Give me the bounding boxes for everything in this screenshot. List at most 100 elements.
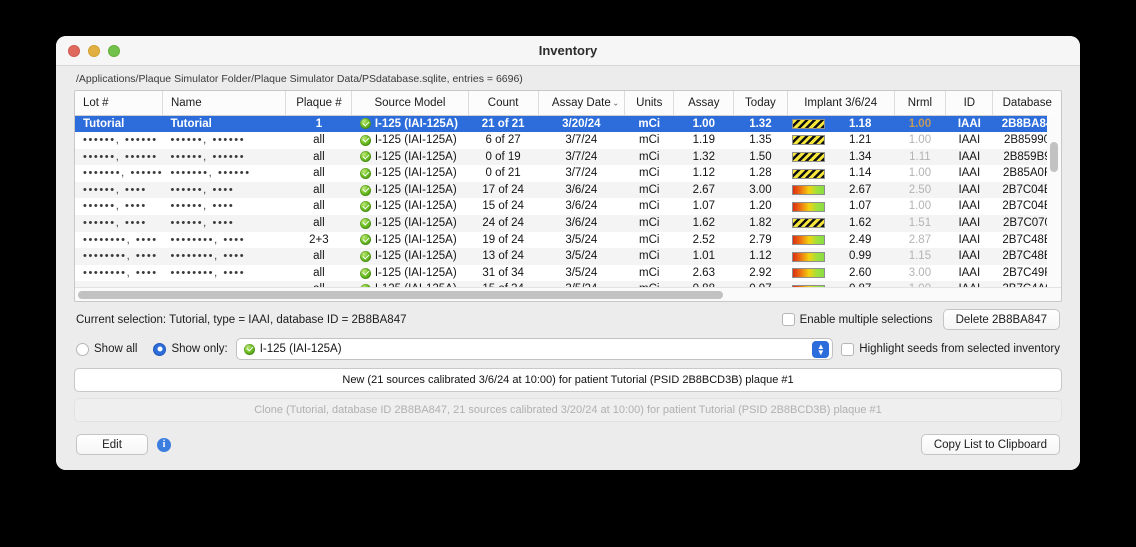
cell-id: IAAI bbox=[958, 134, 981, 147]
table-row[interactable]: ••••••••, •••• ••••••••, •••• all I-125 (IA… bbox=[75, 248, 1061, 265]
cell-plaque: all bbox=[313, 150, 325, 163]
window-titlebar: Inventory bbox=[56, 36, 1080, 66]
table-row[interactable]: Tutorial Tutorial 1 I-125 (IAI-125A) 21 of 2… bbox=[75, 115, 1061, 133]
table-row[interactable]: •••••••, •••••• •••••••, •••••• all I-125 (… bbox=[75, 165, 1061, 182]
col-header-today[interactable]: Today bbox=[733, 91, 788, 116]
col-header-plaque[interactable]: Plaque # bbox=[285, 91, 353, 116]
source-model-dropdown[interactable]: I-125 (IAI-125A) ▲ ▼ bbox=[235, 338, 834, 360]
cell-source-model-label: I-125 (IAI-125A) bbox=[374, 233, 457, 246]
table-row[interactable]: ••••••, •••••• ••••••, •••••• all I-125 (IA… bbox=[75, 132, 1061, 149]
col-header-assay[interactable]: Assay bbox=[673, 91, 735, 116]
cell-name: ••••••••, •••• bbox=[170, 250, 246, 263]
cell-source-model-label: I-125 (IAI-125A) bbox=[374, 200, 457, 213]
cell-today: 1.20 bbox=[749, 200, 772, 213]
seed-icon bbox=[359, 267, 371, 279]
gradient-swatch-icon bbox=[792, 251, 826, 262]
show-only-radio[interactable]: Show only: bbox=[153, 342, 228, 356]
cell-source-model: I-125 (IAI-125A) bbox=[352, 265, 468, 282]
cell-source-model: I-125 (IAI-125A) bbox=[352, 215, 468, 232]
checkbox-icon[interactable] bbox=[841, 342, 855, 356]
seed-icon bbox=[359, 234, 371, 246]
table-row[interactable]: ••••••, •••••• ••••••, •••••• all I-125 (IA… bbox=[75, 148, 1061, 166]
highlight-seeds-checkbox[interactable]: Highlight seeds from selected inventory bbox=[841, 342, 1060, 356]
cell-nrml: 3.00 bbox=[908, 266, 932, 279]
chevron-updown-icon[interactable]: ▲ ▼ bbox=[812, 341, 830, 358]
edit-button[interactable]: Edit bbox=[76, 434, 148, 455]
inventory-table-body: Tutorial Tutorial 1 I-125 (IAI-125A) 21 of 2… bbox=[75, 115, 1061, 302]
cell-assay-date: 3/5/24 bbox=[565, 250, 598, 263]
cell-lot: Tutorial bbox=[83, 117, 125, 130]
cell-today: 1.32 bbox=[749, 117, 772, 130]
cell-assay: 2.63 bbox=[692, 266, 715, 279]
copy-list-to-clipboard-button[interactable]: Copy List to Clipboard bbox=[920, 434, 1060, 455]
radio-icon-show-all[interactable] bbox=[76, 342, 89, 356]
cell-units: mCi bbox=[639, 233, 660, 246]
col-header-source-model[interactable]: Source Model bbox=[351, 91, 469, 116]
hazard-swatch-icon bbox=[792, 118, 826, 129]
cell-units: mCi bbox=[638, 117, 661, 130]
cell-plaque: all bbox=[313, 250, 325, 263]
enable-multiple-selections-checkbox[interactable]: Enable multiple selections bbox=[781, 313, 933, 326]
table-row[interactable]: ••••••, •••• ••••••, •••• all I-125 (IAI-12… bbox=[75, 215, 1061, 232]
radio-icon-show-only[interactable] bbox=[153, 342, 167, 356]
cell-name: ••••••, •••• bbox=[170, 183, 235, 196]
cell-units: mCi bbox=[639, 150, 660, 163]
gradient-swatch-icon bbox=[792, 301, 825, 302]
cell-id: IAAI bbox=[958, 250, 981, 263]
table-row[interactable]: ••••••, •••• ••••••, •••• all I-125 (IAI-12… bbox=[75, 181, 1061, 199]
window-body: /Applications/Plaque Simulator Folder/Pl… bbox=[56, 66, 1080, 470]
cell-count: 21 of 21 bbox=[481, 117, 525, 130]
database-path-label: /Applications/Plaque Simulator Folder/Pl… bbox=[76, 73, 523, 85]
col-header-lot[interactable]: Lot # bbox=[75, 91, 163, 116]
table-header-row[interactable]: Lot # Name Plaque # Source Model Count A… bbox=[75, 91, 1061, 116]
cell-count: 0 of 21 bbox=[485, 167, 521, 180]
cell-units: mCi bbox=[639, 250, 660, 263]
cell-implant: 2.49 bbox=[787, 232, 894, 249]
cell-plaque: 2+3 bbox=[309, 233, 329, 246]
col-header-nrml[interactable]: Nrml bbox=[894, 91, 947, 116]
col-header-implant[interactable]: Implant 3/6/24 bbox=[787, 91, 895, 116]
col-header-database[interactable]: Database bbox=[992, 91, 1061, 116]
enable-multiple-selections-label: Enable multiple selections bbox=[799, 313, 933, 326]
seed-icon bbox=[359, 184, 371, 196]
delete-button[interactable]: Delete 2B8BA847 bbox=[942, 309, 1060, 330]
cell-today: 2.92 bbox=[749, 266, 772, 279]
cell-source-model: I-125 (IAI-125A) bbox=[352, 198, 468, 215]
cell-plaque: all bbox=[313, 217, 325, 230]
cell-implant: 1.21 bbox=[787, 132, 894, 149]
col-header-id[interactable]: ID bbox=[945, 91, 994, 116]
table-row[interactable]: ••••••, •••• ••••••, •••• all I-125 (IAI-12… bbox=[75, 198, 1061, 216]
cell-implant: 1.07 bbox=[787, 198, 894, 215]
horizontal-scrollbar[interactable] bbox=[75, 287, 1061, 301]
vertical-scrollbar[interactable] bbox=[1047, 115, 1061, 287]
table-row[interactable]: ••••••••, •••• ••••••••, •••• all I-125 (IA… bbox=[75, 264, 1061, 282]
hazard-swatch-icon bbox=[792, 135, 826, 146]
show-all-label: Show all bbox=[94, 343, 138, 355]
gradient-swatch-icon bbox=[792, 234, 826, 245]
vertical-scrollbar-thumb[interactable] bbox=[1050, 142, 1058, 172]
cell-id: IAAI bbox=[958, 150, 981, 163]
cell-implant-value: 1.07 bbox=[848, 200, 872, 213]
col-header-name[interactable]: Name bbox=[162, 91, 287, 116]
cell-source-model-label: I-125 (IAI-125A) bbox=[374, 217, 457, 230]
cell-id: IAAI bbox=[958, 200, 981, 213]
cell-today: 1.82 bbox=[749, 217, 772, 230]
cell-source-model-label: I-125 (IAI-125A) bbox=[374, 167, 457, 180]
cell-today: 3.00 bbox=[749, 183, 772, 196]
col-header-count[interactable]: Count bbox=[468, 91, 539, 116]
inventory-table-container[interactable]: Lot # Name Plaque # Source Model Count A… bbox=[74, 90, 1062, 302]
seed-icon bbox=[359, 118, 371, 130]
show-all-radio[interactable]: Show all bbox=[76, 342, 138, 356]
horizontal-scrollbar-thumb[interactable] bbox=[78, 291, 723, 299]
checkbox-icon[interactable] bbox=[781, 313, 795, 326]
col-header-units[interactable]: Units bbox=[624, 91, 675, 116]
col-header-assay-date[interactable]: Assay Date ⌄ bbox=[538, 91, 626, 116]
cell-name: ••••••, •••••• bbox=[170, 150, 246, 163]
cell-nrml: 1.11 bbox=[909, 150, 931, 163]
table-row[interactable]: ••••••••, •••• ••••••••, •••• 2+3 I-125 (IA… bbox=[75, 231, 1061, 249]
new-source-set-button[interactable]: New (21 sources calibrated 3/6/24 at 10:… bbox=[74, 368, 1062, 392]
inventory-table: Lot # Name Plaque # Source Model Count A… bbox=[75, 91, 1061, 302]
cell-source-model-label: I-125 (IAI-125A) bbox=[374, 134, 457, 147]
info-icon[interactable]: i bbox=[157, 437, 171, 452]
cell-assay: 2.67 bbox=[692, 183, 715, 196]
